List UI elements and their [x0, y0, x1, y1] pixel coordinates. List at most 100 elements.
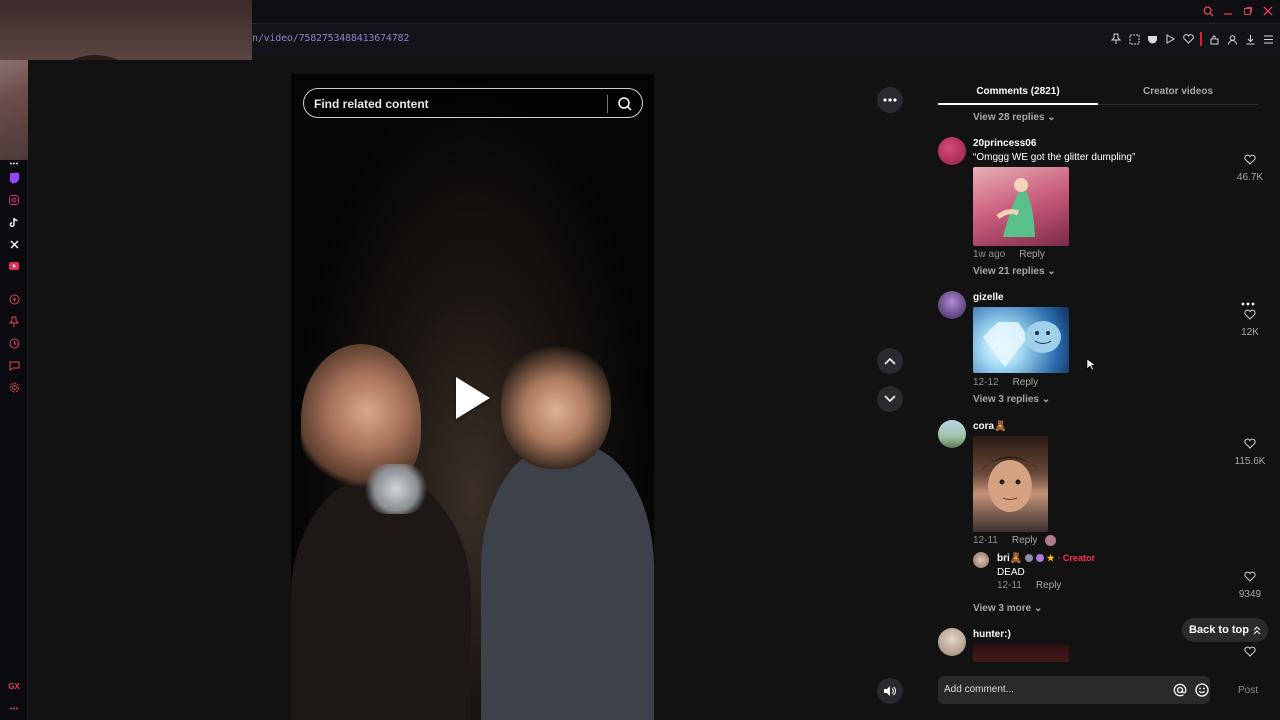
- comment-meta: 12-11 Reply: [973, 535, 1057, 546]
- url-text[interactable]: n/video/7582753488413674782: [252, 33, 409, 44]
- sidebar-dock: GX: [0, 160, 28, 720]
- like-button[interactable]: 115.6K: [1230, 436, 1270, 467]
- play-circle-icon[interactable]: [7, 292, 21, 306]
- search-icon[interactable]: [1202, 4, 1214, 18]
- comment-image[interactable]: [973, 436, 1048, 532]
- comment-image[interactable]: [973, 167, 1069, 246]
- avatar[interactable]: [938, 628, 966, 656]
- gx-icon[interactable]: GX: [7, 679, 21, 693]
- extension-bar: [1110, 32, 1274, 46]
- avatar[interactable]: [938, 420, 966, 448]
- window-controls: [1202, 4, 1274, 18]
- comment-time: 1w ago: [973, 249, 1006, 260]
- heart-icon: [1244, 154, 1256, 165]
- settings-icon[interactable]: [7, 380, 21, 394]
- comment-input[interactable]: Add comment...: [944, 684, 1014, 695]
- like-count: 115.6K: [1234, 456, 1266, 467]
- mouse-cursor: [1086, 358, 1097, 376]
- video-player[interactable]: [291, 74, 654, 720]
- like-button[interactable]: 9349: [1230, 569, 1270, 600]
- search-box[interactable]: Find related content: [303, 88, 643, 118]
- reply-button[interactable]: Reply: [1019, 249, 1045, 260]
- avatar[interactable]: [938, 137, 966, 165]
- like-count: 12K: [1241, 327, 1259, 338]
- avatar[interactable]: [973, 552, 989, 568]
- reply-time: 12-11: [997, 580, 1022, 591]
- more-icon[interactable]: [7, 701, 21, 715]
- previous-video-button[interactable]: [877, 348, 903, 374]
- more-icon: [883, 98, 897, 102]
- comment-username[interactable]: 20princess06: [973, 138, 1036, 149]
- play-icon[interactable]: [1164, 32, 1176, 46]
- reply-meta: 12-11 Reply: [997, 580, 1061, 591]
- post-button[interactable]: Post: [1238, 685, 1258, 696]
- volume-button[interactable]: [877, 678, 903, 704]
- screen: n/video/7582753488413674782 GX Find rela…: [0, 0, 1280, 720]
- view-more-label: View 3 more: [973, 603, 1032, 614]
- pocket-icon[interactable]: [1146, 32, 1158, 46]
- comment-meta: 12-12 Reply: [973, 377, 1038, 388]
- search-divider: [607, 95, 608, 113]
- profile-icon[interactable]: [1226, 32, 1238, 46]
- heart-icon[interactable]: [1182, 32, 1194, 46]
- restore-icon[interactable]: [1242, 4, 1254, 18]
- heart-icon: [1244, 438, 1256, 449]
- reply-button[interactable]: Reply: [1012, 535, 1038, 546]
- tab-creator-videos[interactable]: Creator videos: [1098, 86, 1258, 97]
- webcam-shelf: [0, 0, 252, 60]
- like-button[interactable]: [1230, 644, 1270, 662]
- back-to-top-label: Back to top: [1189, 624, 1249, 636]
- pin-icon[interactable]: [7, 314, 21, 328]
- emoji-icon[interactable]: [1194, 682, 1210, 698]
- comment-image-figure: [983, 321, 1061, 367]
- comment-image[interactable]: [973, 644, 1069, 662]
- reply-button[interactable]: Reply: [1036, 580, 1062, 591]
- tiktok-icon[interactable]: [7, 215, 21, 229]
- view-replies-link[interactable]: View 21 replies ⌄: [973, 266, 1056, 277]
- search-input[interactable]: Find related content: [314, 97, 429, 111]
- back-to-top-button[interactable]: Back to top: [1182, 618, 1268, 642]
- heart-icon: [1244, 646, 1256, 657]
- tab-comments[interactable]: Comments (2821): [938, 86, 1098, 97]
- chat-icon[interactable]: [7, 358, 21, 372]
- view-replies-link[interactable]: View 28 replies ⌄: [973, 112, 1056, 123]
- youtube-icon[interactable]: [7, 259, 21, 273]
- comment-image[interactable]: [973, 307, 1069, 373]
- extensions-icon[interactable]: [1208, 32, 1220, 46]
- badge-icon: [1025, 554, 1034, 563]
- comment-username[interactable]: cora🧸: [973, 421, 1007, 432]
- more-options-button[interactable]: [877, 87, 903, 113]
- comment-image-figure: [981, 456, 1039, 512]
- comment-username[interactable]: hunter:): [973, 629, 1011, 640]
- view-replies-link[interactable]: View 3 replies ⌄: [973, 394, 1050, 405]
- instagram-icon[interactable]: [7, 193, 21, 207]
- next-video-button[interactable]: [877, 386, 903, 412]
- pin-icon[interactable]: [1110, 32, 1122, 46]
- address-bar[interactable]: n/video/7582753488413674782: [252, 30, 1280, 50]
- comment-username[interactable]: gizelle: [973, 292, 1004, 303]
- close-icon[interactable]: [1262, 4, 1274, 18]
- badge-icon: [1035, 554, 1044, 563]
- menu-icon[interactable]: [1262, 32, 1274, 46]
- avatar[interactable]: [938, 291, 966, 319]
- mention-icon[interactable]: [1172, 682, 1188, 698]
- comment-composer[interactable]: Add comment...: [938, 676, 1210, 704]
- double-chevron-up-icon: [1253, 625, 1261, 634]
- like-button[interactable]: 12K: [1230, 307, 1270, 338]
- view-more-link[interactable]: View 3 more ⌄: [973, 603, 1042, 614]
- x-icon[interactable]: [7, 237, 21, 251]
- search-icon[interactable]: [616, 95, 634, 113]
- twitch-icon[interactable]: [7, 171, 21, 185]
- reply-button[interactable]: Reply: [1013, 377, 1039, 388]
- reply-username[interactable]: bri🧸: [997, 553, 1022, 564]
- like-button[interactable]: 46.7K: [1230, 152, 1270, 183]
- play-icon[interactable]: [456, 377, 490, 419]
- download-icon[interactable]: [1244, 32, 1256, 46]
- more-icon[interactable]: [7, 156, 21, 170]
- history-icon[interactable]: [7, 336, 21, 350]
- video-person-right-body: [481, 444, 654, 720]
- minimize-icon[interactable]: [1222, 4, 1234, 18]
- screenshot-icon[interactable]: [1128, 32, 1140, 46]
- view-replies-label: View 3 replies: [973, 394, 1039, 405]
- creator-badge: · Creator: [1057, 553, 1095, 563]
